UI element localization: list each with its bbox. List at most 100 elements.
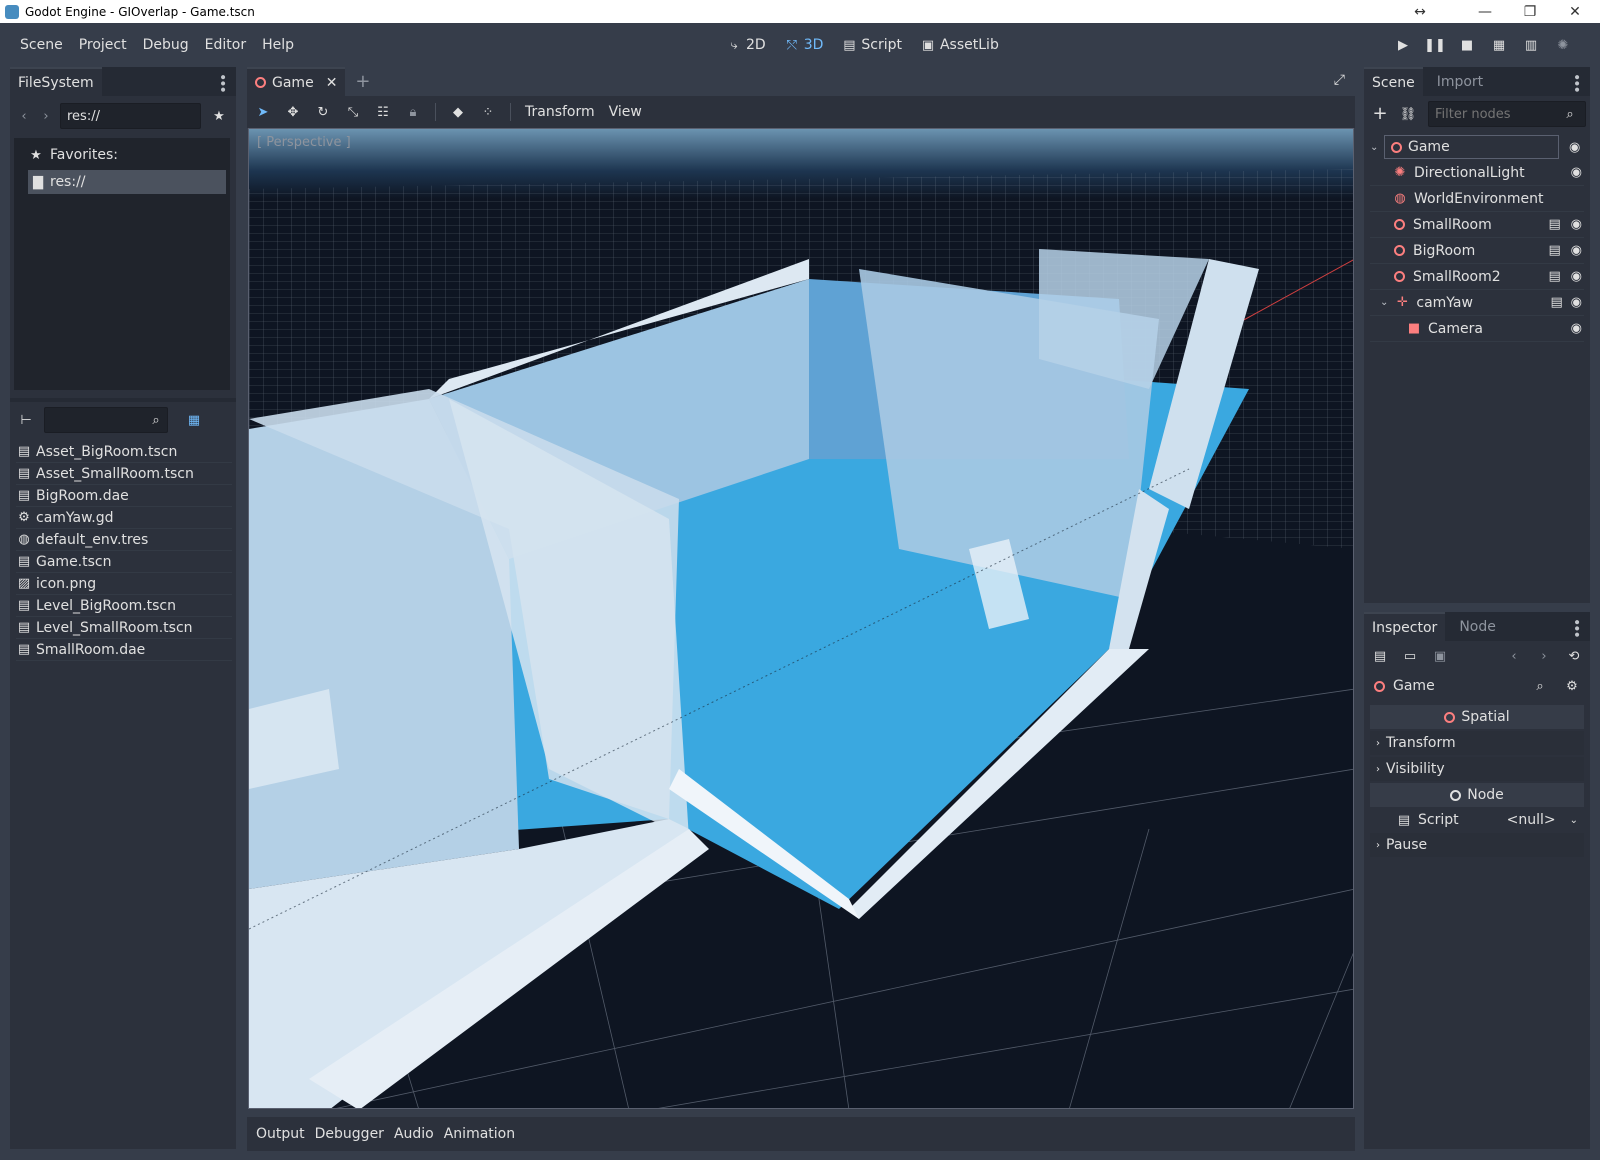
pause-icon[interactable]: ❚❚ [1424, 36, 1446, 54]
editor-mode-switcher: ⤷ 2D ⤲ 3D ▤ Script ▣ AssetLib [726, 23, 999, 67]
tab-game-scene[interactable]: Game ✕ [247, 67, 346, 96]
collapse-arrow-icon[interactable]: ⌄ [1370, 142, 1378, 153]
back-icon[interactable]: ‹ [16, 108, 32, 124]
add-tab-icon[interactable]: + [345, 67, 380, 96]
menu-help[interactable]: Help [254, 37, 302, 53]
distraction-free-icon[interactable]: ⤢ [1334, 72, 1345, 88]
3d-viewport[interactable]: [ Perspective ] [248, 128, 1354, 1109]
script-value-dropdown[interactable]: <null> ⌄ [1507, 812, 1578, 828]
favorite-star-icon[interactable]: ★ [211, 108, 227, 124]
scale-tool-icon[interactable]: ⤡ [345, 104, 361, 120]
list-item[interactable]: ▨ icon.png [16, 573, 232, 595]
visibility-eye-icon[interactable]: ◉ [1569, 140, 1580, 155]
play-scene-icon[interactable]: ▦ [1490, 36, 1508, 54]
minimize-button[interactable]: — [1465, 0, 1505, 23]
tree-node-worldenvironment[interactable]: ◍ WorldEnvironment [1370, 186, 1584, 212]
history-forward-icon[interactable]: › [1536, 648, 1552, 664]
visibility-eye-icon[interactable]: ◉ [1571, 295, 1582, 310]
dock-menu-icon[interactable]: ••• [1568, 618, 1584, 637]
mode-3d-button[interactable]: ⤲ 3D [784, 37, 823, 53]
stop-icon[interactable]: ■ [1458, 36, 1476, 54]
new-resource-icon[interactable]: ▤ [1372, 648, 1388, 664]
tab-debugger[interactable]: Debugger [310, 1126, 389, 1142]
tab-audio[interactable]: Audio [389, 1126, 439, 1142]
tab-scene[interactable]: Scene [1364, 67, 1423, 96]
list-select-icon[interactable]: ☷ [375, 104, 391, 120]
close-window-button[interactable]: ✕ [1555, 0, 1595, 23]
tab-filesystem[interactable]: FileSystem [10, 67, 102, 96]
local-space-icon[interactable]: ◆ [450, 104, 466, 120]
tree-node-directionallight[interactable]: ✺ DirectionalLight ◉ [1370, 160, 1584, 186]
open-folder-icon[interactable]: ▭ [1402, 648, 1418, 664]
list-item[interactable]: ▤ BigRoom.dae [16, 485, 232, 507]
resize-icon[interactable]: ↔ [1400, 0, 1440, 23]
visibility-eye-icon[interactable]: ◉ [1571, 243, 1582, 258]
mode-script-button[interactable]: ▤ Script [841, 37, 902, 53]
add-node-icon[interactable]: + [1372, 105, 1388, 123]
path-input[interactable] [60, 103, 201, 129]
tree-node-smallroom2[interactable]: SmallRoom2 ▤ ◉ [1370, 264, 1584, 290]
open-instance-icon[interactable]: ▤ [1547, 269, 1563, 285]
menu-editor[interactable]: Editor [197, 37, 254, 53]
tab-node[interactable]: Node [1445, 612, 1504, 641]
list-item[interactable]: ◍ default_env.tres [16, 529, 232, 551]
visibility-eye-icon[interactable]: ◉ [1571, 321, 1582, 336]
list-item[interactable]: ▤ SmallRoom.dae [16, 639, 232, 661]
mode-assetlib-button[interactable]: ▣ AssetLib [920, 37, 999, 53]
menu-project[interactable]: Project [71, 37, 135, 53]
forward-icon[interactable]: › [38, 108, 54, 124]
menu-scene[interactable]: Scene [12, 37, 71, 53]
list-item[interactable]: ▤ Asset_SmallRoom.tscn [16, 463, 232, 485]
visibility-eye-icon[interactable]: ◉ [1571, 165, 1582, 180]
script-icon[interactable]: ▤ [1549, 295, 1565, 311]
instance-scene-icon[interactable]: ⛓ [1400, 106, 1417, 122]
rotate-tool-icon[interactable]: ↻ [315, 104, 331, 120]
snap-icon[interactable]: ⁘ [480, 104, 496, 120]
lock-icon[interactable]: 🔒︎ [405, 104, 421, 120]
play-custom-scene-icon[interactable]: ▥ [1522, 36, 1540, 54]
tree-node-smallroom[interactable]: SmallRoom ▤ ◉ [1370, 212, 1584, 238]
menu-debug[interactable]: Debug [135, 37, 197, 53]
tab-output[interactable]: Output [251, 1126, 310, 1142]
grid-view-icon[interactable]: ▦ [186, 412, 202, 428]
search-icon[interactable]: ⌕ [1532, 678, 1548, 694]
list-item[interactable]: ▤ Game.tscn [16, 551, 232, 573]
tab-animation[interactable]: Animation [439, 1126, 520, 1142]
dock-menu-icon[interactable]: ••• [214, 73, 230, 92]
tree-node-camera[interactable]: ■ Camera ◉ [1370, 316, 1584, 342]
save-icon[interactable]: ▣ [1432, 648, 1448, 664]
restore-button[interactable]: ❐ [1510, 0, 1550, 23]
visibility-eye-icon[interactable]: ◉ [1571, 217, 1582, 232]
tree-node-bigroom[interactable]: BigRoom ▤ ◉ [1370, 238, 1584, 264]
open-instance-icon[interactable]: ▤ [1547, 243, 1563, 259]
favorites-item[interactable]: ★ Favorites: [14, 144, 230, 166]
list-item[interactable]: ▤ Asset_BigRoom.tscn [16, 441, 232, 463]
select-tool-icon[interactable]: ➤ [255, 104, 271, 120]
collapse-arrow-icon[interactable]: ⌄ [1380, 297, 1388, 308]
tree-node-game[interactable]: ⌄ Game ◉ [1370, 134, 1584, 160]
tab-import[interactable]: Import [1423, 67, 1491, 96]
list-item[interactable]: ▤ Level_SmallRoom.tscn [16, 617, 232, 639]
visibility-eye-icon[interactable]: ◉ [1571, 269, 1582, 284]
open-instance-icon[interactable]: ▤ [1547, 217, 1563, 233]
history-back-icon[interactable]: ‹ [1506, 648, 1522, 664]
play-icon[interactable]: ▶ [1394, 36, 1412, 54]
list-item[interactable]: ⚙ camYaw.gd [16, 507, 232, 529]
object-properties-icon[interactable]: ⚙ [1564, 678, 1580, 694]
section-pause[interactable]: › Pause [1370, 833, 1584, 857]
section-visibility[interactable]: › Visibility [1370, 757, 1584, 781]
res-root-item[interactable]: ▇ res:// [28, 170, 226, 194]
tree-node-camyaw[interactable]: ⌄ ✛ camYaw ▤ ◉ [1370, 290, 1584, 316]
section-transform[interactable]: › Transform [1370, 731, 1584, 755]
transform-menu[interactable]: Transform [525, 104, 595, 120]
dock-menu-icon[interactable]: ••• [1568, 73, 1584, 92]
list-item[interactable]: ▤ Level_BigRoom.tscn [16, 595, 232, 617]
mode-2d-button[interactable]: ⤷ 2D [726, 37, 765, 53]
close-tab-icon[interactable]: ✕ [326, 75, 338, 91]
move-tool-icon[interactable]: ✥ [285, 104, 301, 120]
history-icon[interactable]: ⟲ [1566, 648, 1582, 664]
view-menu[interactable]: View [609, 104, 642, 120]
viewport-perspective-label[interactable]: [ Perspective ] [257, 135, 351, 150]
toggle-split-icon[interactable]: ⊢ [18, 412, 34, 428]
tab-inspector[interactable]: Inspector [1364, 612, 1446, 641]
